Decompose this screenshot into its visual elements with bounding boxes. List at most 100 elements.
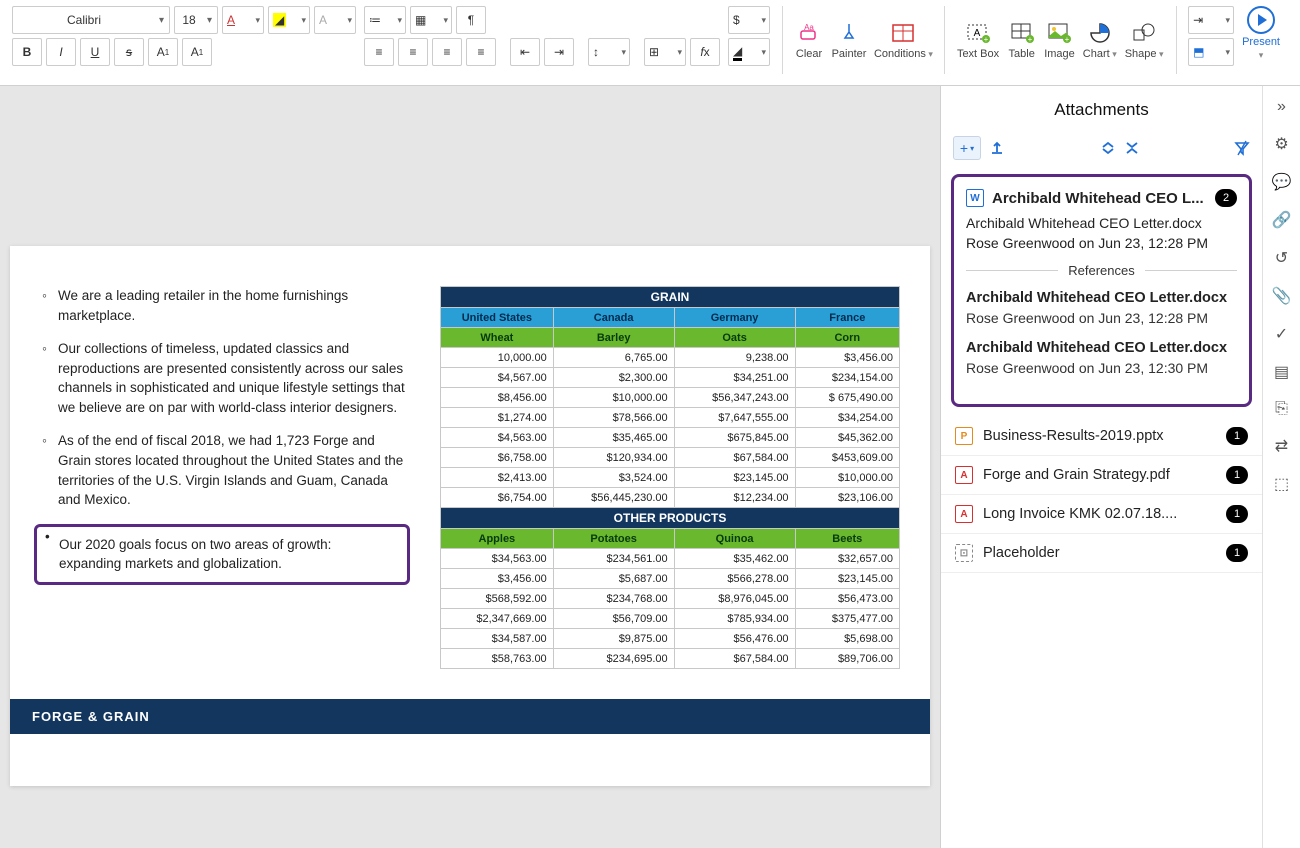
table-row[interactable]: $4,563.00$35,465.00$675,845.00$45,362.00 bbox=[441, 428, 900, 448]
number-format-button[interactable]: $ bbox=[728, 6, 770, 34]
bold-button[interactable]: B bbox=[12, 38, 42, 66]
separator bbox=[1176, 6, 1177, 74]
attachment-row[interactable]: PBusiness-Results-2019.pptx1 bbox=[941, 417, 1262, 456]
chart-icon bbox=[1087, 20, 1113, 46]
table-row[interactable]: $34,587.00$9,875.00$56,476.00$5,698.00 bbox=[441, 629, 900, 649]
strikethrough-button[interactable]: ꜱ bbox=[114, 38, 144, 66]
chart-button[interactable]: Chart bbox=[1083, 6, 1117, 74]
count-badge: 1 bbox=[1226, 505, 1248, 523]
attachment-filename: Long Invoice KMK 02.07.18.... bbox=[983, 506, 1216, 522]
table-row[interactable]: $58,763.00$234,695.00$67,584.00$89,706.0… bbox=[441, 649, 900, 669]
reference-title: Archibald Whitehead CEO Letter.docx bbox=[966, 340, 1237, 356]
font-family-select[interactable]: Calibri bbox=[12, 6, 170, 34]
indent-format-button[interactable]: ⇥ bbox=[1188, 6, 1234, 34]
settings-icon[interactable]: ⚙ bbox=[1274, 134, 1288, 154]
border-button[interactable]: ▦ bbox=[410, 6, 452, 34]
check-icon[interactable]: ✓ bbox=[1275, 324, 1288, 344]
table-button[interactable]: + Table bbox=[1007, 6, 1036, 74]
play-icon bbox=[1247, 6, 1275, 34]
conditions-button[interactable]: Conditions bbox=[874, 6, 932, 74]
table-row[interactable]: $2,413.00$3,524.00$23,145.00$10,000.00 bbox=[441, 468, 900, 488]
cube-icon[interactable]: ⬚ bbox=[1274, 474, 1289, 494]
attachment-filename: Forge and Grain Strategy.pdf bbox=[983, 467, 1216, 483]
reference-meta: Rose Greenwood on Jun 23, 12:30 PM bbox=[966, 360, 1237, 376]
function-button[interactable]: fx bbox=[690, 38, 720, 66]
svg-text:+: + bbox=[984, 35, 989, 44]
collapse-icon[interactable] bbox=[1125, 141, 1139, 155]
table-row[interactable]: $34,563.00$234,561.00$35,462.00$32,657.0… bbox=[441, 549, 900, 569]
comments-icon[interactable]: 💬 bbox=[1272, 172, 1292, 192]
eraser-icon: Aa bbox=[796, 20, 822, 46]
list-item-highlighted[interactable]: Our 2020 goals focus on two areas of gro… bbox=[34, 524, 410, 585]
bullet-list-button[interactable]: ≔ bbox=[364, 6, 406, 34]
grain-table[interactable]: GRAIN United States Canada Germany Franc… bbox=[440, 286, 900, 669]
table-row[interactable]: $1,274.00$78,566.00$7,647,555.00$34,254.… bbox=[441, 408, 900, 428]
list-item[interactable]: As of the end of fiscal 2018, we had 1,7… bbox=[40, 431, 410, 509]
reference-item[interactable]: Archibald Whitehead CEO Letter.docxRose … bbox=[966, 290, 1237, 326]
attachment-card-expanded[interactable]: W Archibald Whitehead CEO L... 2 Archiba… bbox=[951, 174, 1252, 407]
export-icon[interactable]: ⎘ bbox=[1275, 400, 1288, 418]
subscript-button[interactable]: A1 bbox=[182, 38, 212, 66]
textbox-button[interactable]: A+ Text Box bbox=[957, 6, 999, 74]
count-badge: 2 bbox=[1215, 189, 1237, 207]
outdent-button[interactable]: ⇤ bbox=[510, 38, 540, 66]
fill-color-button[interactable]: ◢ bbox=[728, 38, 770, 66]
bullet-list: We are a leading retailer in the home fu… bbox=[40, 286, 410, 669]
upload-icon[interactable] bbox=[989, 140, 1005, 156]
attachment-filename: Placeholder bbox=[983, 545, 1216, 561]
svg-text:A: A bbox=[974, 28, 981, 39]
link-icon[interactable]: 🔗 bbox=[1272, 210, 1292, 230]
italic-button[interactable]: I bbox=[46, 38, 76, 66]
formatting-toolbar: Calibri 18 A ◢ A B I U ꜱ A1 A1 ≔ ▦ ¶ ≡ ≡… bbox=[0, 0, 1300, 86]
table-row: United States Canada Germany France bbox=[441, 308, 900, 328]
attachment-row[interactable]: AForge and Grain Strategy.pdf1 bbox=[941, 456, 1262, 495]
clear-format-button[interactable]: A bbox=[314, 6, 356, 34]
highlight-color-button[interactable]: ◢ bbox=[268, 6, 310, 34]
chat-icon[interactable]: ▤ bbox=[1274, 362, 1289, 382]
font-size-select[interactable]: 18 bbox=[174, 6, 218, 34]
pilcrow-button[interactable]: ¶ bbox=[456, 6, 486, 34]
indent-button[interactable]: ⇥ bbox=[544, 38, 574, 66]
superscript-button[interactable]: A1 bbox=[148, 38, 178, 66]
attachments-icon[interactable]: 📎 bbox=[1272, 286, 1292, 306]
table-row[interactable]: $3,456.00$5,687.00$566,278.00$23,145.00 bbox=[441, 569, 900, 589]
align-center-button[interactable]: ≡ bbox=[398, 38, 428, 66]
line-spacing-button[interactable]: ↕ bbox=[588, 38, 630, 66]
clear-button[interactable]: Aa Clear bbox=[795, 6, 824, 74]
list-item[interactable]: We are a leading retailer in the home fu… bbox=[40, 286, 410, 325]
list-item[interactable]: Our collections of timeless, updated cla… bbox=[40, 339, 410, 417]
shape-button[interactable]: Shape bbox=[1125, 6, 1164, 74]
panel-title: Attachments bbox=[941, 86, 1262, 130]
table-row[interactable]: $4,567.00$2,300.00$34,251.00$234,154.00 bbox=[441, 368, 900, 388]
vertical-align-button[interactable]: ⬒ bbox=[1188, 38, 1234, 66]
present-button[interactable]: Present ▾ bbox=[1242, 6, 1280, 61]
translate-icon[interactable]: ⇄ bbox=[1275, 436, 1288, 456]
align-justify-button[interactable]: ≡ bbox=[466, 38, 496, 66]
attachment-row[interactable]: ⊡Placeholder1 bbox=[941, 534, 1262, 573]
filter-icon[interactable] bbox=[1234, 140, 1250, 156]
expand-icon[interactable] bbox=[1101, 141, 1115, 155]
expand-rail-icon[interactable]: » bbox=[1277, 98, 1286, 116]
merge-cells-button[interactable]: ⊞ bbox=[644, 38, 686, 66]
table-row[interactable]: $2,347,669.00$56,709.00$785,934.00$375,4… bbox=[441, 609, 900, 629]
table-row[interactable]: $6,758.00$120,934.00$67,584.00$453,609.0… bbox=[441, 448, 900, 468]
table-row[interactable]: $568,592.00$234,768.00$8,976,045.00$56,4… bbox=[441, 589, 900, 609]
history-icon[interactable]: ↺ bbox=[1275, 248, 1288, 268]
attachment-filename: Business-Results-2019.pptx bbox=[983, 428, 1216, 444]
attachment-row[interactable]: ALong Invoice KMK 02.07.18....1 bbox=[941, 495, 1262, 534]
add-attachment-button[interactable]: + bbox=[953, 136, 981, 160]
painter-button[interactable]: Painter bbox=[832, 6, 867, 74]
align-right-button[interactable]: ≡ bbox=[432, 38, 462, 66]
align-left-button[interactable]: ≡ bbox=[364, 38, 394, 66]
right-rail: » ⚙ 💬 🔗 ↺ 📎 ✓ ▤ ⎘ ⇄ ⬚ bbox=[1262, 86, 1300, 848]
font-color-button[interactable]: A bbox=[222, 6, 264, 34]
image-button[interactable]: + Image bbox=[1044, 6, 1075, 74]
attachments-panel: Attachments + W Archibald Whitehead CEO … bbox=[940, 86, 1262, 848]
table-row[interactable]: $8,456.00$10,000.00$56,347,243.00$ 675,4… bbox=[441, 388, 900, 408]
document-page: We are a leading retailer in the home fu… bbox=[10, 246, 930, 786]
table-row[interactable]: 10,000.006,765.009,238.00$3,456.00 bbox=[441, 348, 900, 368]
underline-button[interactable]: U bbox=[80, 38, 110, 66]
table-row[interactable]: $6,754.00$56,445,230.00$12,234.00$23,106… bbox=[441, 488, 900, 508]
document-canvas[interactable]: We are a leading retailer in the home fu… bbox=[0, 86, 940, 848]
reference-item[interactable]: Archibald Whitehead CEO Letter.docx Rose … bbox=[966, 340, 1237, 376]
